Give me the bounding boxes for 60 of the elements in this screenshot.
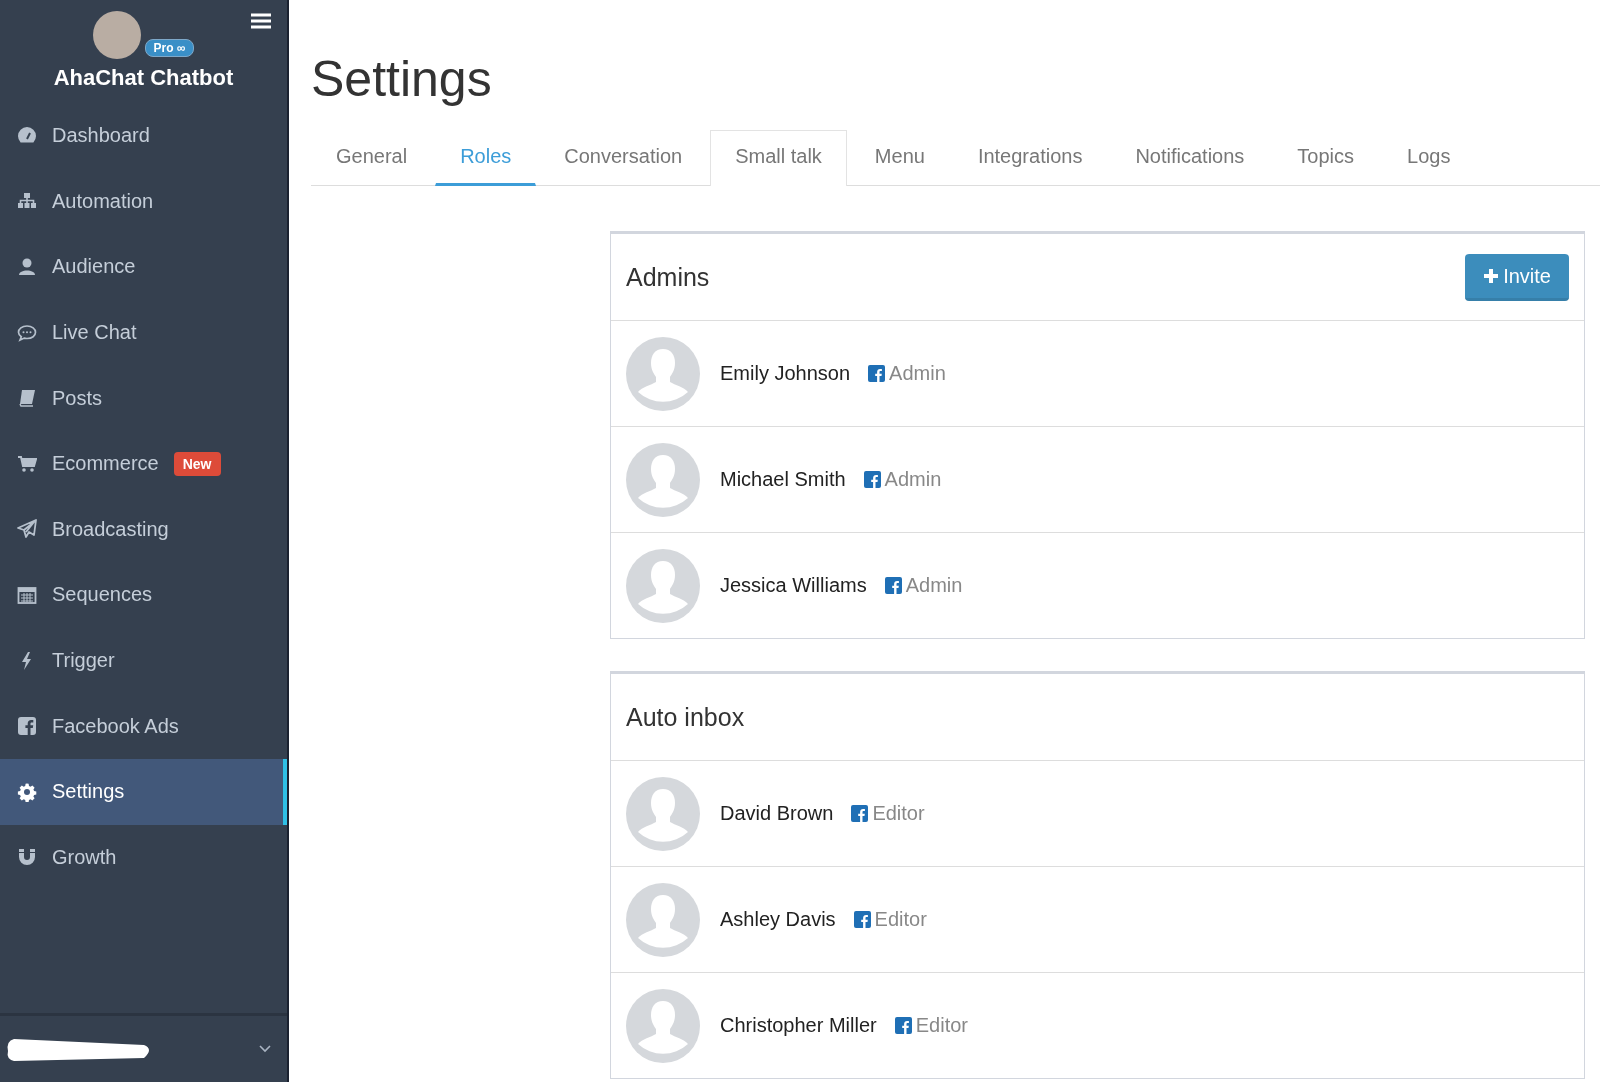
sidebar-item[interactable]: Sequences [0,562,287,628]
page-title: Settings [311,50,493,108]
tab[interactable]: Small talk [710,130,847,186]
sidebar-item[interactable]: Growth [0,824,287,891]
tab[interactable]: Logs [1382,130,1476,186]
facebook-icon [17,716,37,737]
tab[interactable]: General [311,130,433,186]
menu-button[interactable] [251,13,271,29]
invite-button[interactable]: Invite [1465,253,1569,301]
sidebar-item[interactable]: Broadcasting [0,496,287,563]
facebook-icon [851,805,869,822]
tab[interactable]: Topics [1272,130,1380,186]
new-badge: New [173,451,221,476]
sidebar-item[interactable]: Dashboard [0,103,287,169]
facebook-icon [894,1017,912,1034]
member-name: David Brown [720,802,834,825]
tab[interactable]: Menu [849,130,950,186]
tab[interactable]: Notifications [1110,130,1270,186]
book-icon [17,388,37,409]
settings-icon [17,781,37,802]
expand-button[interactable] [259,1045,271,1053]
sidebar-item[interactable]: Posts [0,365,287,431]
sidebar-item[interactable]: Trigger [0,627,287,694]
sidebar-item[interactable]: Audience [0,234,287,300]
facebook-icon [884,577,902,594]
member-name: Christopher Miller [720,1014,877,1037]
sidebar-item[interactable]: Ecommerce New [0,430,287,497]
tab[interactable]: Integrations [952,130,1108,186]
facebook-icon [853,911,871,928]
sidebar-item[interactable]: Live Chat [0,299,287,366]
member-role: Admin [889,362,946,385]
plus-icon [1483,268,1500,284]
member-role: Admin [905,574,963,597]
user-icon [17,257,37,277]
cart-icon [17,453,37,474]
plan-badge: Pro ∞ [144,39,195,57]
calendar-icon [17,584,37,605]
member-role: Editor [915,1014,968,1037]
member-name: Michael Smith [720,468,846,491]
panel-title: Admins [626,262,710,292]
panel-title: Auto inbox [626,702,745,732]
brand-name: AhaChat Chatbot [52,65,235,91]
chevron-down-icon [259,1045,271,1053]
sidebar-item[interactable]: Facebook Ads [0,693,287,759]
member-name: Ashley Davis [720,908,836,931]
menu-icon [251,13,271,29]
member-role: Editor [874,908,927,931]
facebook-icon [863,471,881,488]
member-role: Editor [872,802,925,825]
avatar-photo-placeholder [92,11,141,59]
tab[interactable]: Conversation [539,130,708,186]
paper-plane-icon [17,519,37,540]
member-name: Jessica Williams [720,574,867,597]
facebook-icon [868,365,886,382]
magnet-icon [17,847,37,868]
sidebar-item[interactable]: Automation [0,168,287,235]
sidebar-item[interactable]: Settings [0,758,287,825]
member-name: Emily Johnson [720,362,851,385]
chat-bubble-icon [17,322,37,343]
member-role: Admin [884,468,942,491]
